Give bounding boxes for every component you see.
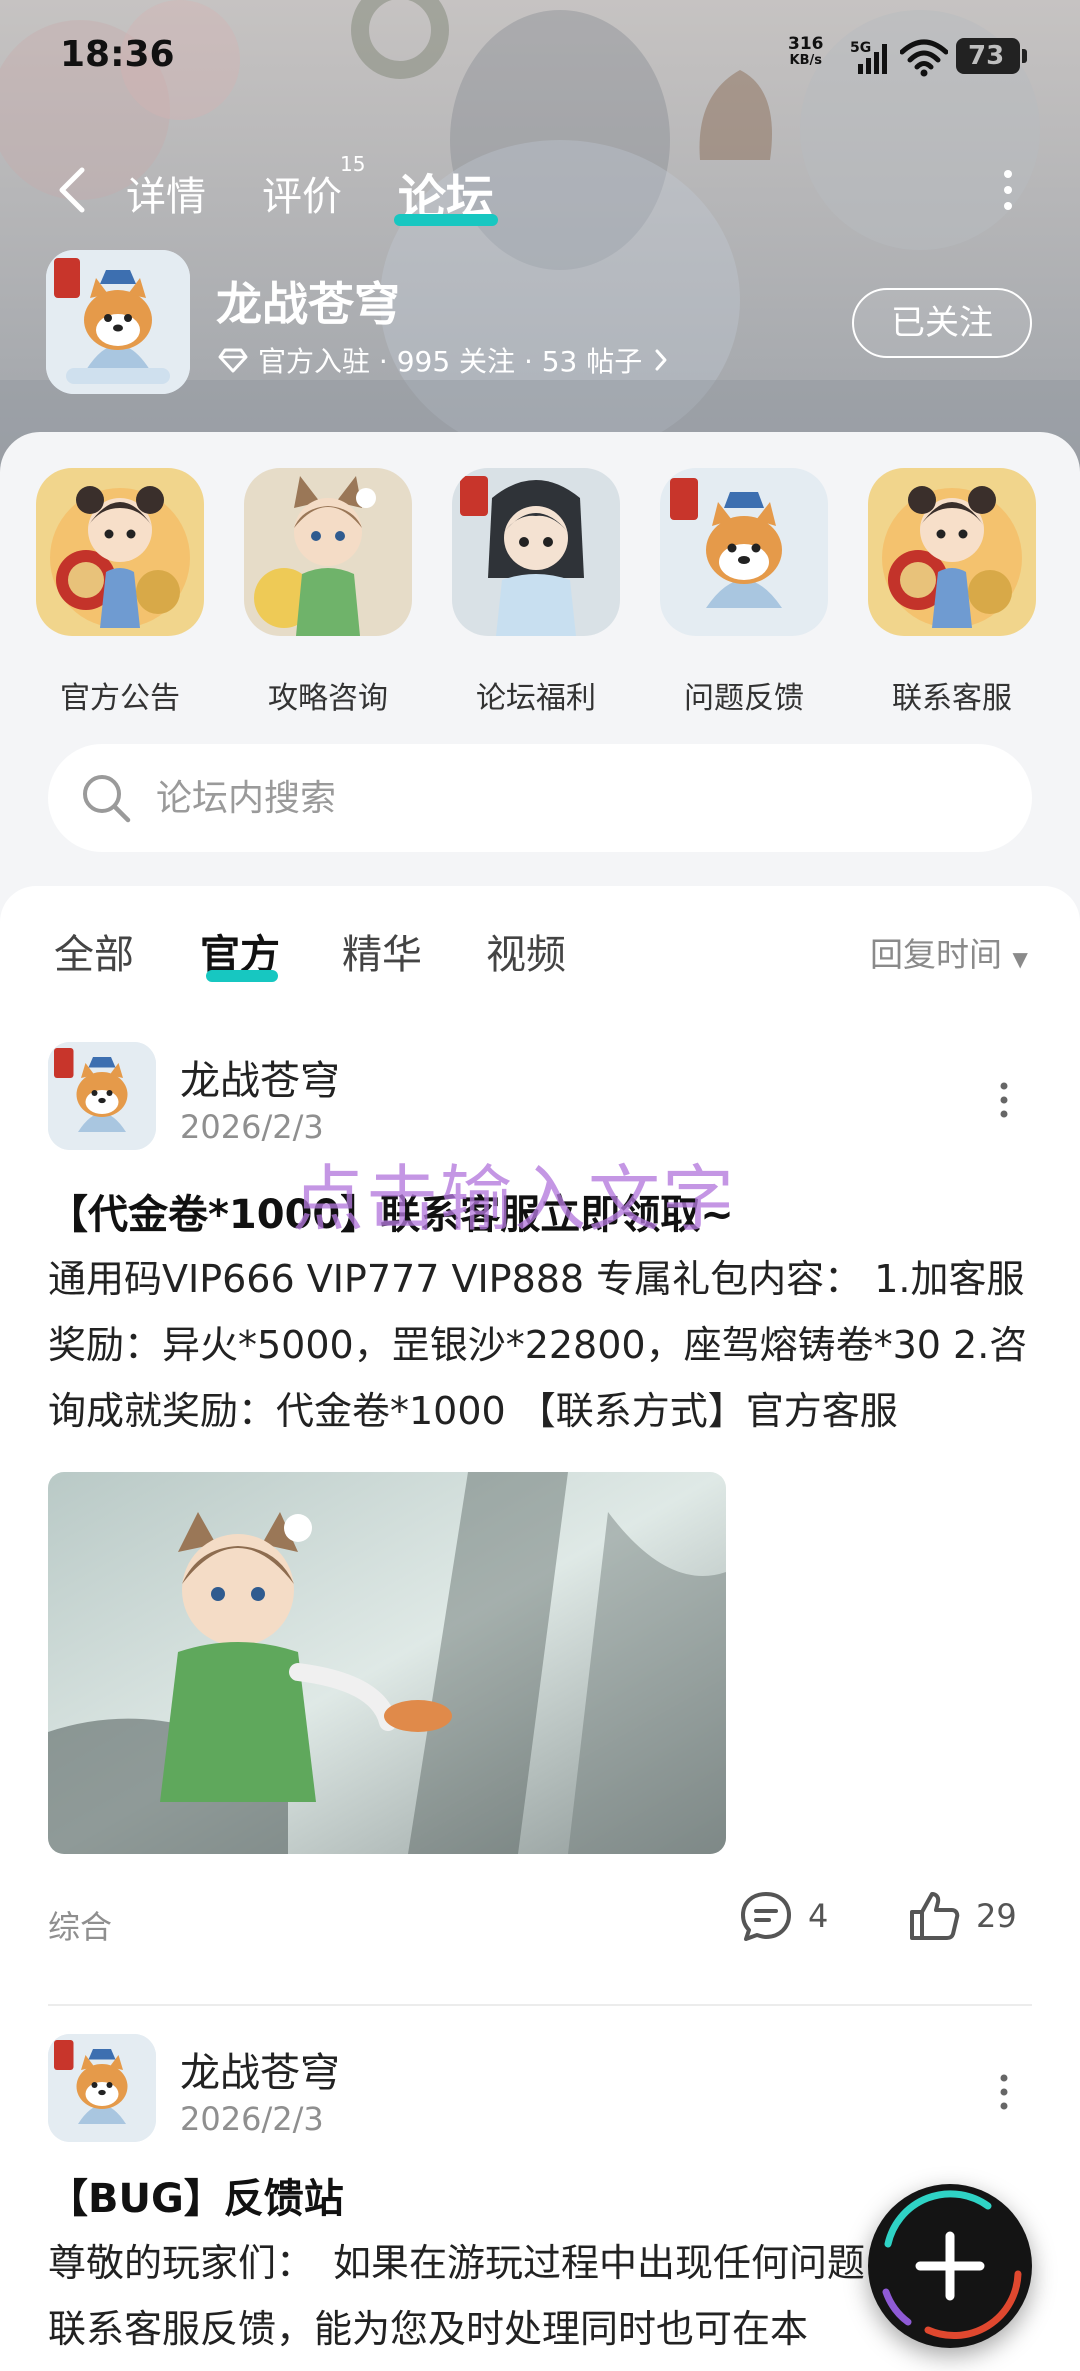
author-avatar[interactable] [48, 1042, 156, 1150]
filter-tab-featured[interactable]: 精华 [342, 922, 422, 980]
create-post-button[interactable] [868, 2184, 1032, 2348]
author-name[interactable]: 龙战苍穹 [180, 1048, 340, 1106]
like-button[interactable]: 29 [906, 1888, 1017, 1944]
shortcut-feedback[interactable]: 问题反馈 [648, 468, 828, 714]
filter-active-indicator [206, 970, 278, 982]
shiba-scholar-icon [660, 468, 828, 636]
network-speed-unit: KB/s [789, 53, 822, 68]
shortcut-guides[interactable]: 攻略咨询 [232, 468, 412, 714]
boy-character-icon [452, 468, 620, 636]
more-vertical-icon[interactable] [996, 164, 1020, 216]
search-input[interactable] [156, 744, 996, 852]
battery-indicator: 73 [956, 38, 1027, 74]
shortcut-label: 问题反馈 [684, 681, 804, 716]
post-category[interactable]: 综合 [48, 1902, 112, 1948]
shortcut-announcements[interactable]: 官方公告 [24, 468, 204, 714]
network-speed-value: 316 [788, 34, 824, 54]
post-image[interactable] [48, 1472, 726, 1854]
author-avatar[interactable] [48, 2034, 156, 2142]
status-bar: 18:36 316 KB/s 5G 73 [0, 0, 1080, 110]
shortcut-label: 攻略咨询 [268, 681, 388, 716]
chevron-right-icon [655, 349, 667, 371]
status-time: 18:36 [60, 34, 175, 75]
game-title: 龙战苍穹 [216, 277, 400, 331]
network-type: 5G [850, 40, 871, 56]
forum-search-bar[interactable] [48, 744, 1032, 852]
game-info: 龙战苍穹 官方入驻 · 995 关注 · 53 帖子 已关注 [0, 250, 1080, 400]
post-title[interactable]: 【BUG】反馈站 [48, 2166, 344, 2224]
shortcut-label: 官方公告 [60, 681, 180, 716]
shiba-scholar-icon [46, 250, 190, 394]
post-feed: 全部 官方 精华 视频 回复时间 ▼ 龙战苍穹 2026/2/3 【代金卷*10… [0, 886, 1080, 2371]
diamond-icon [218, 348, 248, 373]
search-icon [83, 775, 131, 823]
active-tab-indicator [394, 214, 498, 226]
shortcut-row: 官方公告 攻略咨询 论坛福利 问题反馈 联系客服 [0, 468, 1080, 714]
comment-icon [741, 1892, 791, 1941]
post-divider [48, 2004, 1032, 2006]
shortcut-welfare[interactable]: 论坛福利 [440, 468, 620, 714]
filter-tab-all[interactable]: 全部 [54, 922, 134, 980]
sort-label: 回复时间 [870, 935, 1002, 974]
post-more-icon[interactable] [994, 2072, 1014, 2112]
post-excerpt[interactable]: 通用码VIP666 VIP777 VIP888 专属礼包内容： 1.加客服奖励：… [48, 1246, 1032, 1444]
comment-count: 4 [808, 1897, 829, 1935]
text-input-overlay[interactable]: 点击输入文字 [292, 1140, 736, 1245]
review-count-badge: 15 [340, 152, 366, 176]
filter-tab-video[interactable]: 视频 [486, 922, 566, 980]
tab-details[interactable]: 详情 [126, 164, 206, 222]
shortcut-label: 联系客服 [892, 681, 1012, 716]
game-logo[interactable] [46, 250, 190, 394]
fox-girl-icon [244, 468, 412, 636]
follow-button[interactable]: 已关注 [852, 288, 1032, 358]
game-stats[interactable]: 官方入驻 · 995 关注 · 53 帖子 [218, 340, 670, 380]
tab-reviews[interactable]: 评价 [262, 164, 342, 222]
caret-down-icon: ▼ [1012, 947, 1028, 971]
plus-icon [915, 2231, 985, 2301]
girl-drum-icon [868, 468, 1036, 636]
game-stats-text: 官方入驻 · 995 关注 · 53 帖子 [258, 345, 643, 378]
author-name[interactable]: 龙战苍穹 [180, 2040, 340, 2098]
network-speed: 316 KB/s [788, 34, 824, 68]
wifi-icon [900, 39, 948, 77]
top-nav: 详情 评价 15 论坛 [0, 150, 1080, 230]
comment-button[interactable]: 4 [738, 1888, 828, 1944]
shortcut-customer-service[interactable]: 联系客服 [856, 468, 1036, 714]
forum-content: 官方公告 攻略咨询 论坛福利 问题反馈 联系客服 论坛内搜索 全部 官方 精华 … [0, 432, 1080, 2371]
thumbs-up-icon [910, 1892, 960, 1940]
shiba-scholar-icon [48, 2034, 156, 2142]
like-count: 29 [976, 1897, 1017, 1935]
girl-drum-icon [36, 468, 204, 636]
cellular-signal-icon: 5G [850, 40, 887, 74]
back-arrow-icon[interactable] [52, 164, 92, 216]
post-date: 2026/2/3 [180, 2100, 324, 2138]
shortcut-label: 论坛福利 [476, 681, 596, 716]
sort-dropdown[interactable]: 回复时间 ▼ [870, 928, 1028, 976]
shiba-scholar-icon [48, 1042, 156, 1150]
filter-tabs: 全部 官方 精华 视频 回复时间 ▼ [0, 886, 1080, 1016]
post-more-icon[interactable] [994, 1080, 1014, 1120]
header-banner: 18:36 316 KB/s 5G 73 详情 评价 15 论坛 龙战苍穹 官方… [0, 0, 1080, 500]
